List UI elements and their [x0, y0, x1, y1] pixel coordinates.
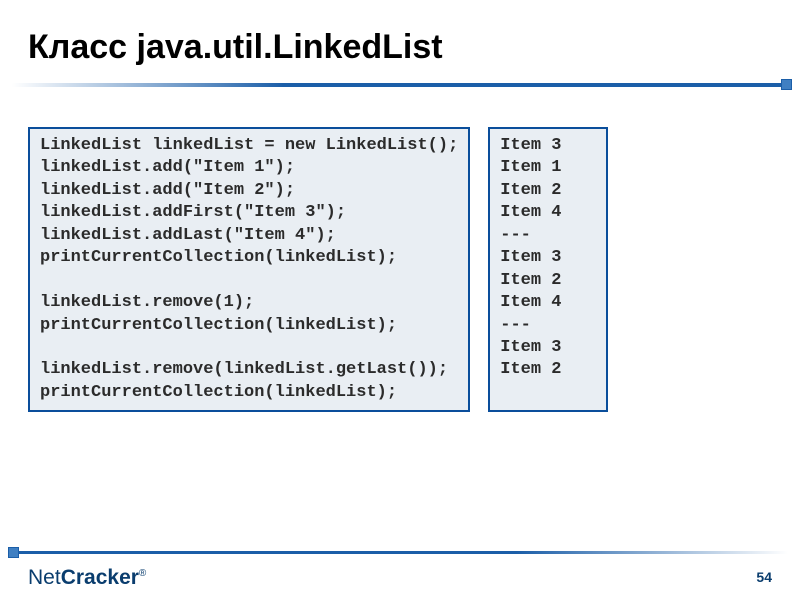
logo: NetCracker®	[28, 566, 146, 590]
code-block: LinkedList linkedList = new LinkedList()…	[28, 127, 470, 412]
logo-part-net: Net	[28, 566, 61, 589]
decorative-square-icon	[781, 79, 792, 90]
slide-title: Класс java.util.LinkedList	[0, 0, 800, 83]
logo-part-cracker: Cracker	[61, 566, 139, 589]
logo-registered-icon: ®	[139, 568, 146, 579]
content-area: LinkedList linkedList = new LinkedList()…	[0, 87, 800, 412]
page-number: 54	[756, 569, 772, 590]
output-block: Item 3 Item 1 Item 2 Item 4 --- Item 3 I…	[488, 127, 608, 412]
title-divider	[12, 83, 788, 87]
footer: NetCracker® 54	[0, 554, 800, 600]
